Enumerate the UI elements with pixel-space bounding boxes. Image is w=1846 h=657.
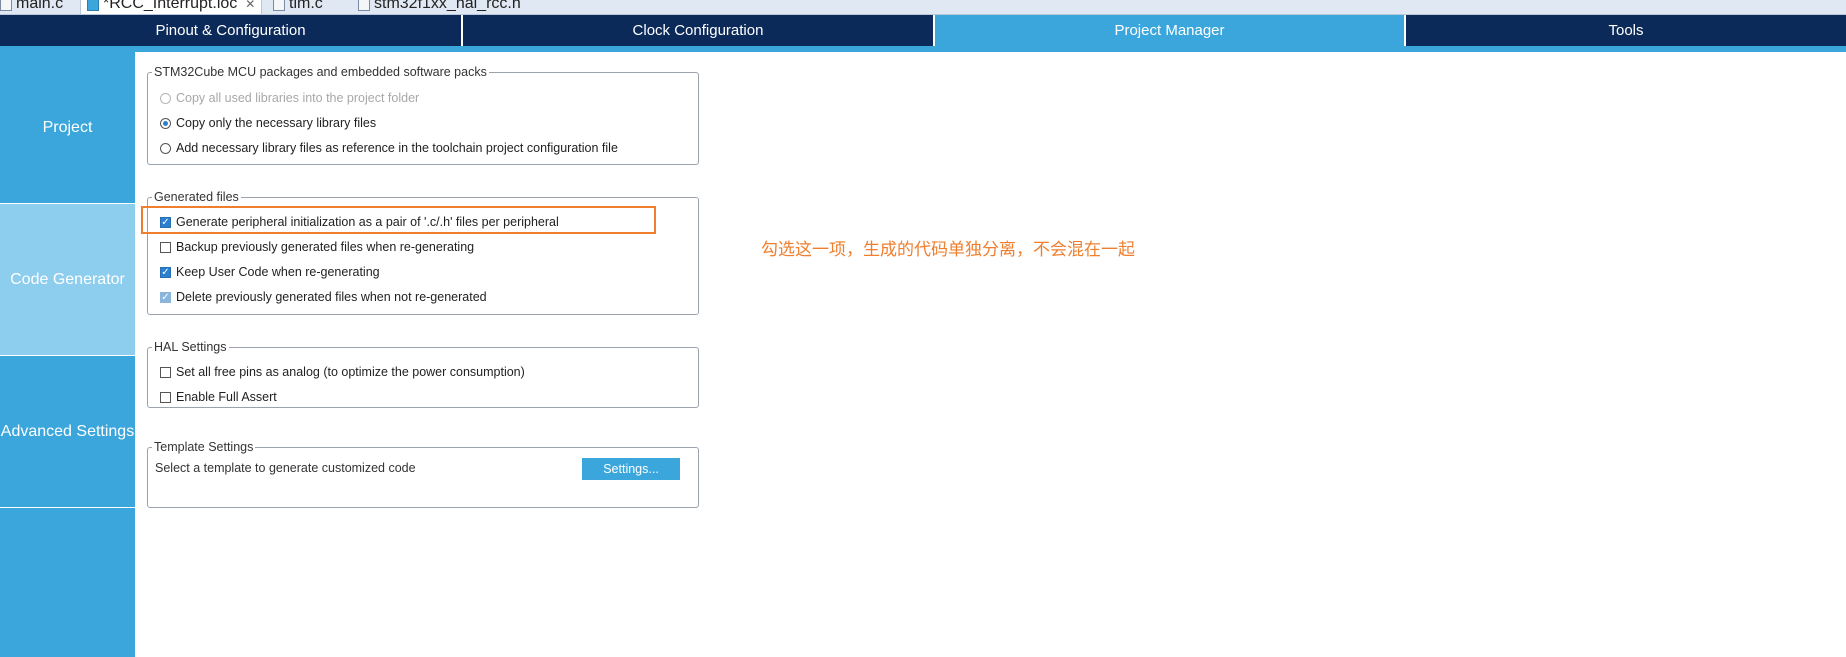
template-description: Select a template to generate customized… <box>155 461 416 475</box>
checkbox[interactable] <box>160 366 171 378</box>
c-file-icon <box>0 0 12 11</box>
hal-settings-group: HAL Settings Set all free pins as analog… <box>147 340 699 408</box>
generated-files-legend: Generated files <box>154 190 239 204</box>
checkbox[interactable]: ✓ <box>160 291 171 303</box>
packages-group: STM32Cube MCU packages and embedded soft… <box>147 65 699 165</box>
option-label: Backup previously generated files when r… <box>176 240 475 254</box>
radio-button[interactable] <box>160 142 171 154</box>
radio-copy-necessary-libraries[interactable]: Copy only the necessary library files <box>160 115 376 131</box>
template-settings-button[interactable]: Settings... <box>582 458 680 480</box>
radio-button[interactable] <box>160 92 171 104</box>
sidebar-item-advanced-settings[interactable]: Advanced Settings <box>0 356 135 508</box>
checkbox[interactable] <box>160 391 171 403</box>
packages-legend: STM32Cube MCU packages and embedded soft… <box>154 65 487 79</box>
editor-tab-hal-rcc-h[interactable]: stm32f1xx_hal_rcc.h <box>358 0 521 14</box>
option-label: Enable Full Assert <box>176 390 277 404</box>
editor-tab-strip: main.c *RCC_Interrupt.ioc ✕ tim.c stm32f… <box>0 0 1846 15</box>
checkbox[interactable]: ✓ <box>160 266 171 278</box>
checkbox-free-pins-analog[interactable]: Set all free pins as analog (to optimize… <box>160 364 525 380</box>
editor-tab-main-c[interactable]: main.c <box>0 0 63 14</box>
editor-tab-tim-c[interactable]: tim.c <box>273 0 323 14</box>
checkbox[interactable] <box>160 241 171 253</box>
editor-tab-label: tim.c <box>289 0 323 12</box>
checkbox-delete-previous[interactable]: ✓ Delete previously generated files when… <box>160 289 487 305</box>
option-label: Delete previously generated files when n… <box>176 290 487 304</box>
sidebar-item-code-generator[interactable]: Code Generator <box>0 204 135 356</box>
editor-tab-label: main.c <box>16 0 64 12</box>
option-label: Keep User Code when re-generating <box>176 265 380 279</box>
sidebar-item-project[interactable]: Project <box>0 52 135 204</box>
checkbox-keep-user-code[interactable]: ✓ Keep User Code when re-generating <box>160 264 380 280</box>
code-generator-panel: STM32Cube MCU packages and embedded soft… <box>135 52 1846 657</box>
checkbox-full-assert[interactable]: Enable Full Assert <box>160 389 277 405</box>
option-label: Set all free pins as analog (to optimize… <box>176 365 525 379</box>
option-label: Copy only the necessary library files <box>176 116 377 130</box>
radio-add-as-reference[interactable]: Add necessary library files as reference… <box>160 140 618 156</box>
annotation-text: 勾选这一项，生成的代码单独分离，不会混在一起 <box>761 240 1135 260</box>
editor-tab-label: *RCC_Interrupt.ioc <box>103 0 238 12</box>
checkbox-backup-generated[interactable]: Backup previously generated files when r… <box>160 239 474 255</box>
highlight-box <box>141 206 656 234</box>
editor-tab-ioc[interactable]: *RCC_Interrupt.ioc ✕ <box>80 0 263 14</box>
option-label: Add necessary library files as reference… <box>176 141 618 155</box>
c-file-icon <box>273 0 285 11</box>
option-label: Copy all used libraries into the project… <box>176 91 420 105</box>
radio-copy-all-libraries[interactable]: Copy all used libraries into the project… <box>160 90 419 106</box>
h-file-icon <box>358 0 370 11</box>
hal-settings-legend: HAL Settings <box>154 340 227 354</box>
radio-button[interactable] <box>160 117 171 129</box>
sidebar: Project Code Generator Advanced Settings <box>0 52 135 657</box>
close-icon[interactable]: ✕ <box>245 0 255 14</box>
editor-tab-label: stm32f1xx_hal_rcc.h <box>374 0 521 12</box>
ioc-file-icon <box>87 0 99 11</box>
template-settings-legend: Template Settings <box>154 440 254 454</box>
